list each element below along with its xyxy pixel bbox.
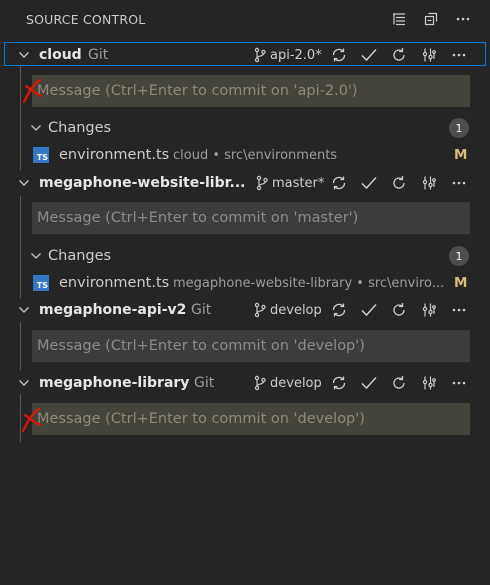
repo-actions (324, 44, 474, 66)
branch-name: develop (270, 302, 322, 318)
commit-message-input[interactable] (32, 330, 470, 362)
repo-provider: Git (194, 375, 215, 391)
file-name: environment.ts (59, 147, 170, 163)
file-status-modified: M (454, 275, 468, 291)
sync-changes-icon[interactable] (324, 299, 354, 321)
git-branch-icon (254, 375, 266, 391)
graph-icon[interactable] (414, 372, 444, 394)
changes-group-header[interactable]: Changes 1 (0, 116, 490, 140)
branch-indicator[interactable]: develop (253, 302, 322, 318)
changed-file-row[interactable]: TS environment.ts megaphone-website-libr… (0, 271, 490, 295)
chevron-down-icon[interactable] (16, 302, 32, 318)
commit-check-icon[interactable] (354, 372, 384, 394)
more-actions-icon[interactable] (444, 44, 474, 66)
red-annotation-mark (21, 407, 42, 433)
changes-label: Changes (48, 248, 112, 264)
red-annotation-mark (22, 78, 43, 104)
changed-file-row[interactable]: TS environment.ts cloud • src\environmen… (0, 143, 490, 167)
refresh-icon[interactable] (384, 172, 414, 194)
branch-name: api-2.0* (270, 47, 322, 63)
typescript-file-icon: TS (33, 275, 49, 291)
file-path: cloud • src\environments (173, 147, 338, 163)
changes-count-badge: 1 (449, 246, 469, 266)
chevron-down-icon[interactable] (16, 375, 32, 391)
chevron-down-icon[interactable] (28, 248, 44, 264)
refresh-icon[interactable] (384, 44, 414, 66)
graph-icon[interactable] (414, 44, 444, 66)
commit-check-icon[interactable] (354, 44, 384, 66)
branch-indicator[interactable]: api-2.0* (253, 47, 322, 63)
git-branch-icon (254, 302, 266, 318)
source-control-panel: SOURCE CONTROL cloud Git api-2.0* Messag… (0, 0, 490, 585)
repo-header-megaphone-website-library[interactable]: megaphone-website-libr... master* (0, 171, 490, 195)
repo-name: megaphone-website-libr... (39, 175, 246, 191)
repo-name: cloud (39, 47, 82, 63)
panel-title: SOURCE CONTROL (26, 12, 146, 27)
commit-message-input[interactable] (32, 202, 470, 234)
repo-provider: Git (88, 47, 109, 63)
repo-header-cloud[interactable]: cloud Git api-2.0* (0, 43, 490, 67)
commit-check-icon[interactable] (354, 299, 384, 321)
file-name: environment.ts (59, 275, 170, 291)
more-actions-icon[interactable] (444, 299, 474, 321)
changes-count-badge: 1 (449, 118, 469, 138)
repo-header-megaphone-library[interactable]: megaphone-library Git develop (0, 371, 490, 395)
branch-indicator[interactable]: master* (255, 175, 324, 191)
changes-group-header[interactable]: Changes 1 (0, 244, 490, 268)
more-actions-icon[interactable] (444, 172, 474, 194)
collapse-all-icon[interactable] (420, 8, 442, 30)
repo-provider: Git (191, 302, 212, 318)
chevron-down-icon[interactable] (28, 120, 44, 136)
commit-message-input[interactable] (32, 403, 470, 435)
branch-name: develop (270, 375, 322, 391)
refresh-icon[interactable] (384, 372, 414, 394)
repo-actions (324, 172, 474, 194)
tree-guide (20, 322, 21, 370)
repo-name: megaphone-api-v2 (39, 302, 187, 318)
graph-icon[interactable] (414, 172, 444, 194)
panel-title-bar: SOURCE CONTROL (0, 0, 490, 40)
typescript-file-icon: TS (33, 147, 49, 163)
sync-changes-icon[interactable] (324, 172, 354, 194)
commit-message-input[interactable] (32, 75, 470, 107)
sync-changes-icon[interactable] (324, 372, 354, 394)
changes-label: Changes (48, 120, 112, 136)
view-as-tree-icon[interactable] (388, 8, 410, 30)
git-branch-icon (256, 175, 268, 191)
sync-changes-icon[interactable] (324, 44, 354, 66)
repo-actions (324, 299, 474, 321)
title-actions (388, 8, 474, 30)
more-actions-icon[interactable] (444, 372, 474, 394)
more-actions-icon[interactable] (452, 8, 474, 30)
repo-actions (324, 372, 474, 394)
repo-name: megaphone-library (39, 375, 190, 391)
commit-check-icon[interactable] (354, 172, 384, 194)
git-branch-icon (254, 47, 266, 63)
file-status-modified: M (454, 147, 468, 163)
chevron-down-icon[interactable] (16, 175, 32, 191)
file-path: megaphone-website-library • src\enviro..… (173, 275, 443, 291)
repo-header-megaphone-api-v2[interactable]: megaphone-api-v2 Git develop (0, 298, 490, 322)
refresh-icon[interactable] (384, 299, 414, 321)
graph-icon[interactable] (414, 299, 444, 321)
branch-name: master* (272, 175, 325, 191)
branch-indicator[interactable]: develop (253, 375, 322, 391)
chevron-down-icon[interactable] (16, 47, 32, 63)
